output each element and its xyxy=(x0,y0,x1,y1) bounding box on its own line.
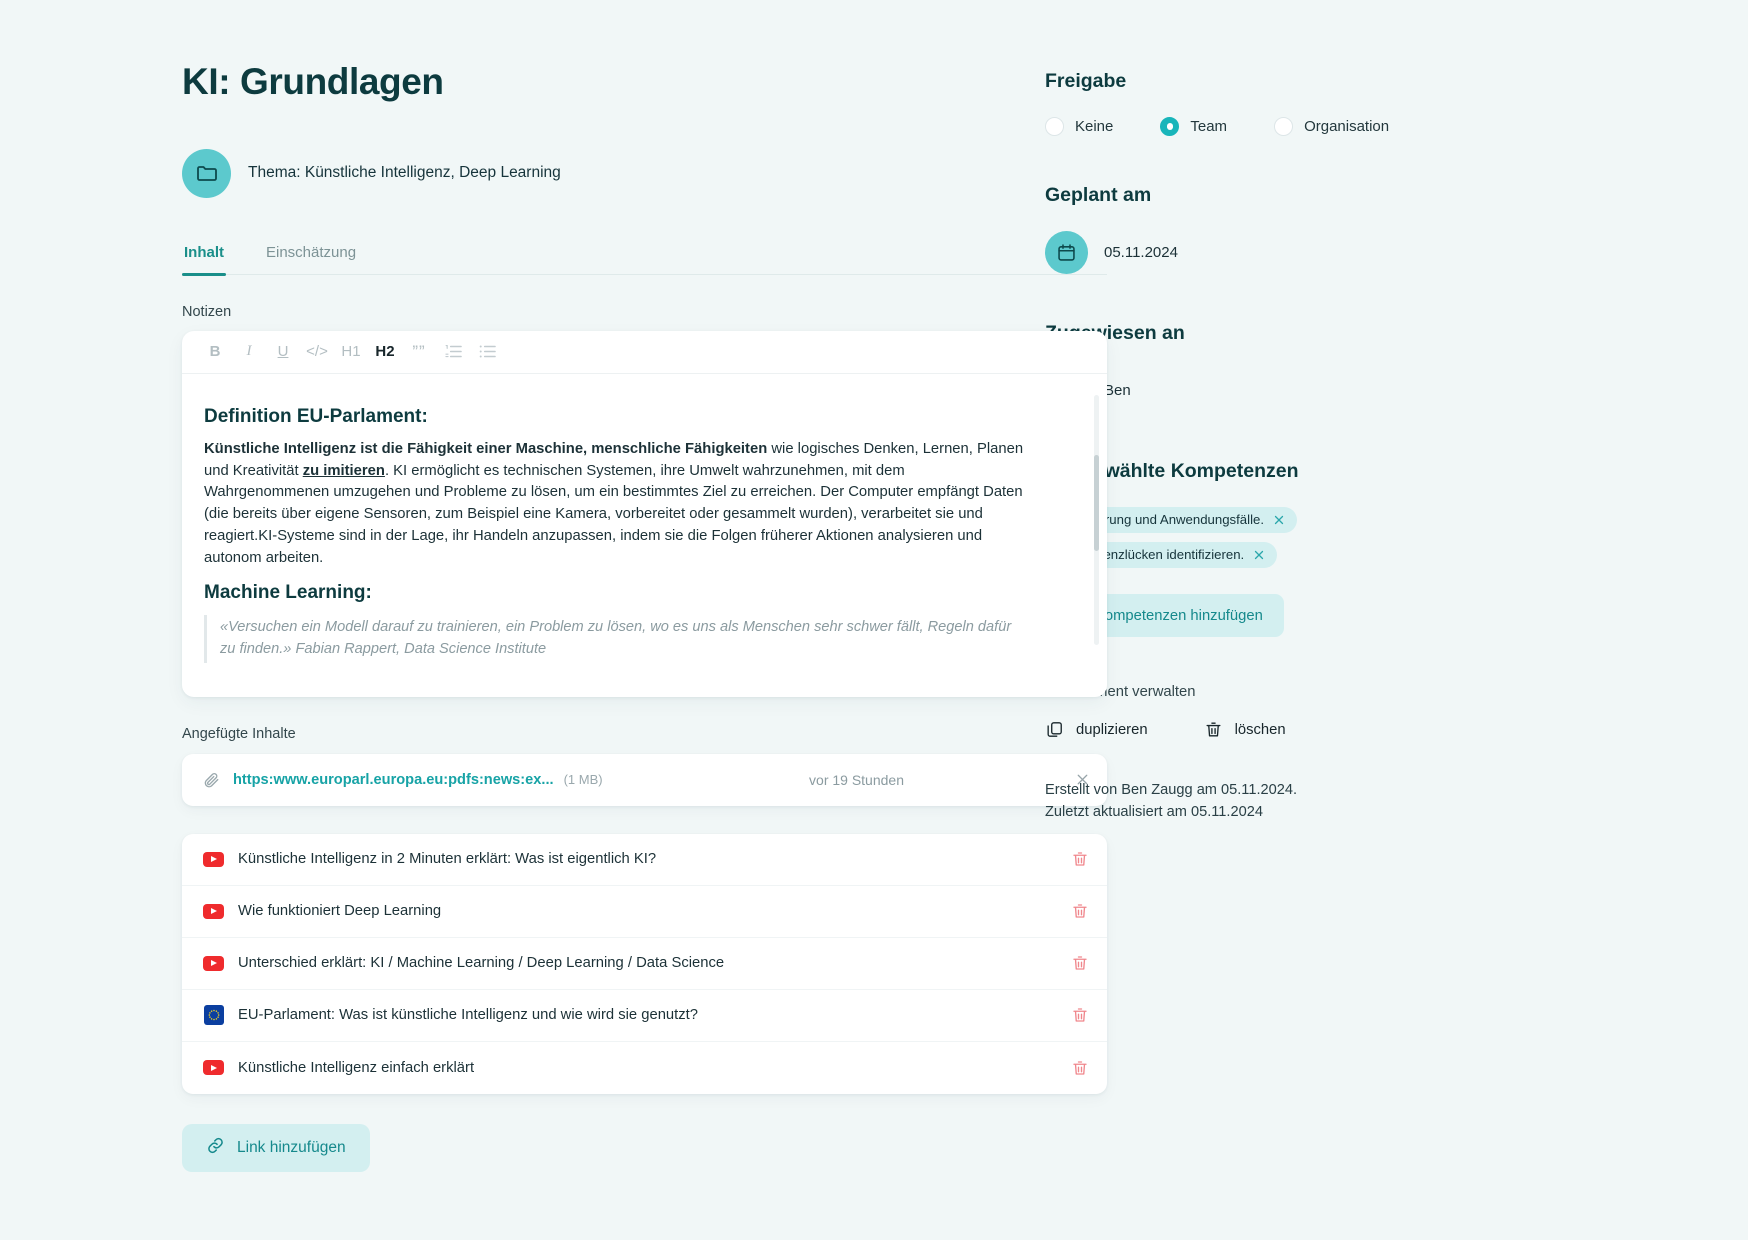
doc-paragraph: Künstliche Intelligenz ist die Fähigkeit… xyxy=(204,439,1026,570)
delete-label: löschen xyxy=(1234,721,1286,738)
radio-circle-icon xyxy=(1045,117,1064,136)
delete-button[interactable]: löschen xyxy=(1204,720,1286,739)
assignee-row[interactable]: Ben xyxy=(1045,369,1645,412)
editor-content[interactable]: Definition EU-Parlament: Künstliche Inte… xyxy=(182,374,1107,697)
topic-row: Thema: Künstliche Intelligenz, Deep Lear… xyxy=(182,148,1045,198)
bullet-list-icon[interactable] xyxy=(470,337,504,367)
doc-paragraph-underline: zu imitieren xyxy=(302,462,385,479)
trash-icon xyxy=(1204,720,1223,739)
main-content: KI: Grundlagen Thema: Künstliche Intelli… xyxy=(0,0,1107,1240)
underline-icon[interactable]: U xyxy=(266,337,300,367)
geplant-heading: Geplant am xyxy=(1045,184,1152,206)
attachment-size: (1 MB) xyxy=(563,772,603,788)
radio-label: Team xyxy=(1190,118,1228,135)
notes-editor[interactable]: B I U </> H1 H2 ”” Definition EU-Parlame… xyxy=(182,330,1107,697)
italic-icon[interactable]: I xyxy=(232,337,266,367)
link-icon xyxy=(206,1136,225,1160)
attachment-row[interactable]: https:www.europarl.europa.eu:pdfs:news:e… xyxy=(182,753,1107,806)
link-title: EU-Parlament: Was ist künstliche Intelli… xyxy=(238,1007,699,1024)
sidebar: Freigabe Keine Team Organisation Geplant… xyxy=(1045,0,1645,1240)
ordered-list-icon[interactable] xyxy=(436,337,470,367)
list-item[interactable]: Künstliche Intelligenz einfach erklärt xyxy=(182,1042,1107,1094)
editor-toolbar: B I U </> H1 H2 ”” xyxy=(182,331,1107,374)
radio-label: Keine xyxy=(1075,118,1114,135)
duplicate-label: duplizieren xyxy=(1076,721,1148,738)
page-title: KI: Grundlagen xyxy=(182,61,444,102)
youtube-icon xyxy=(203,1057,224,1078)
add-link-button[interactable]: Link hinzufügen xyxy=(182,1123,370,1172)
youtube-icon xyxy=(203,953,224,974)
app-root: KI: Grundlagen Thema: Künstliche Intelli… xyxy=(0,0,1748,1240)
code-icon[interactable]: </> xyxy=(300,337,334,367)
competency-chips: KI-Erklärung und Anwendungsfälle. Kompet… xyxy=(1045,507,1645,577)
paperclip-icon xyxy=(202,771,220,789)
list-item[interactable]: Unterschied erklärt: KI / Machine Learni… xyxy=(182,938,1107,990)
radio-option-keine[interactable]: Keine xyxy=(1045,117,1113,136)
youtube-icon xyxy=(203,849,224,870)
heading-1-icon[interactable]: H1 xyxy=(334,337,368,367)
doc-paragraph-bold: Künstliche Intelligenz ist die Fähigkeit… xyxy=(204,440,768,457)
list-item[interactable]: Wie funktioniert Deep Learning xyxy=(182,886,1107,938)
radio-circle-icon xyxy=(1274,117,1294,136)
meta-updated: Zuletzt aktualisiert am 05.11.2024 xyxy=(1045,804,1263,821)
duplicate-button[interactable]: duplizieren xyxy=(1045,720,1148,739)
geplant-row[interactable]: 05.11.2024 xyxy=(1045,231,1645,274)
geplant-date: 05.11.2024 xyxy=(1104,244,1178,261)
doc-heading-2: Machine Learning: xyxy=(204,582,372,604)
freigabe-heading: Freigabe xyxy=(1045,70,1127,92)
add-link-label: Link hinzufügen xyxy=(237,1138,346,1156)
radio-circle-selected-icon xyxy=(1160,117,1180,136)
freigabe-radio-group: Keine Team Organisation xyxy=(1045,117,1645,136)
bold-icon[interactable]: B xyxy=(198,337,232,367)
doc-heading-1: Definition EU-Parlament: xyxy=(204,405,428,427)
notizen-label: Notizen xyxy=(182,303,232,320)
radio-option-team[interactable]: Team xyxy=(1160,117,1227,136)
close-icon[interactable] xyxy=(1253,549,1265,561)
calendar-icon xyxy=(1045,231,1088,274)
heading-2-icon[interactable]: H2 xyxy=(368,337,402,367)
eu-flag-icon xyxy=(203,1005,224,1026)
attachment-url[interactable]: https:www.europarl.europa.eu:pdfs:news:e… xyxy=(233,772,554,788)
assignee-name: Ben xyxy=(1104,382,1131,399)
list-item[interactable]: EU-Parlament: Was ist künstliche Intelli… xyxy=(182,990,1107,1042)
topic-label: Thema: Künstliche Intelligenz, Deep Lear… xyxy=(248,164,561,182)
manage-label: Lernmoment verwalten xyxy=(1045,684,1196,700)
copy-icon xyxy=(1045,720,1064,739)
close-icon[interactable] xyxy=(1273,514,1285,526)
meta-info: Erstellt von Ben Zaugg am 05.11.2024. Zu… xyxy=(1045,779,1645,823)
doc-blockquote: «Versuchen ein Modell darauf zu trainier… xyxy=(204,615,1022,663)
tab-inhalt[interactable]: Inhalt xyxy=(182,244,226,277)
zugewiesen-heading: Zugewiesen an xyxy=(1045,322,1185,344)
quote-icon[interactable]: ”” xyxy=(402,337,436,367)
youtube-icon xyxy=(203,901,224,922)
meta-created: Erstellt von Ben Zaugg am 05.11.2024. xyxy=(1045,782,1298,798)
link-title: Künstliche Intelligenz einfach erklärt xyxy=(238,1059,475,1076)
editor-scrollbar[interactable] xyxy=(1094,394,1099,645)
link-title: Unterschied erklärt: KI / Machine Learni… xyxy=(238,955,725,972)
list-item[interactable]: Künstliche Intelligenz in 2 Minuten erkl… xyxy=(182,834,1107,886)
link-title: Wie funktioniert Deep Learning xyxy=(238,903,442,920)
kompetenzen-heading: Ausgewählte Kompetenzen xyxy=(1045,460,1299,482)
links-list: Künstliche Intelligenz in 2 Minuten erkl… xyxy=(182,833,1107,1094)
radio-option-organisation[interactable]: Organisation xyxy=(1274,117,1389,136)
link-title: Künstliche Intelligenz in 2 Minuten erkl… xyxy=(238,851,657,868)
attachments-label: Angefügte Inhalte xyxy=(182,725,296,742)
add-competency-label: Kompetenzen hinzufügen xyxy=(1095,607,1263,624)
tab-einschaetzung[interactable]: Einschätzung xyxy=(264,244,358,274)
attachment-time: vor 19 Stunden xyxy=(809,771,904,788)
radio-label: Organisation xyxy=(1304,118,1390,135)
manage-actions: duplizieren löschen xyxy=(1045,720,1645,739)
content-tabs: Inhalt Einschätzung xyxy=(182,244,1107,277)
folder-icon xyxy=(182,148,231,198)
